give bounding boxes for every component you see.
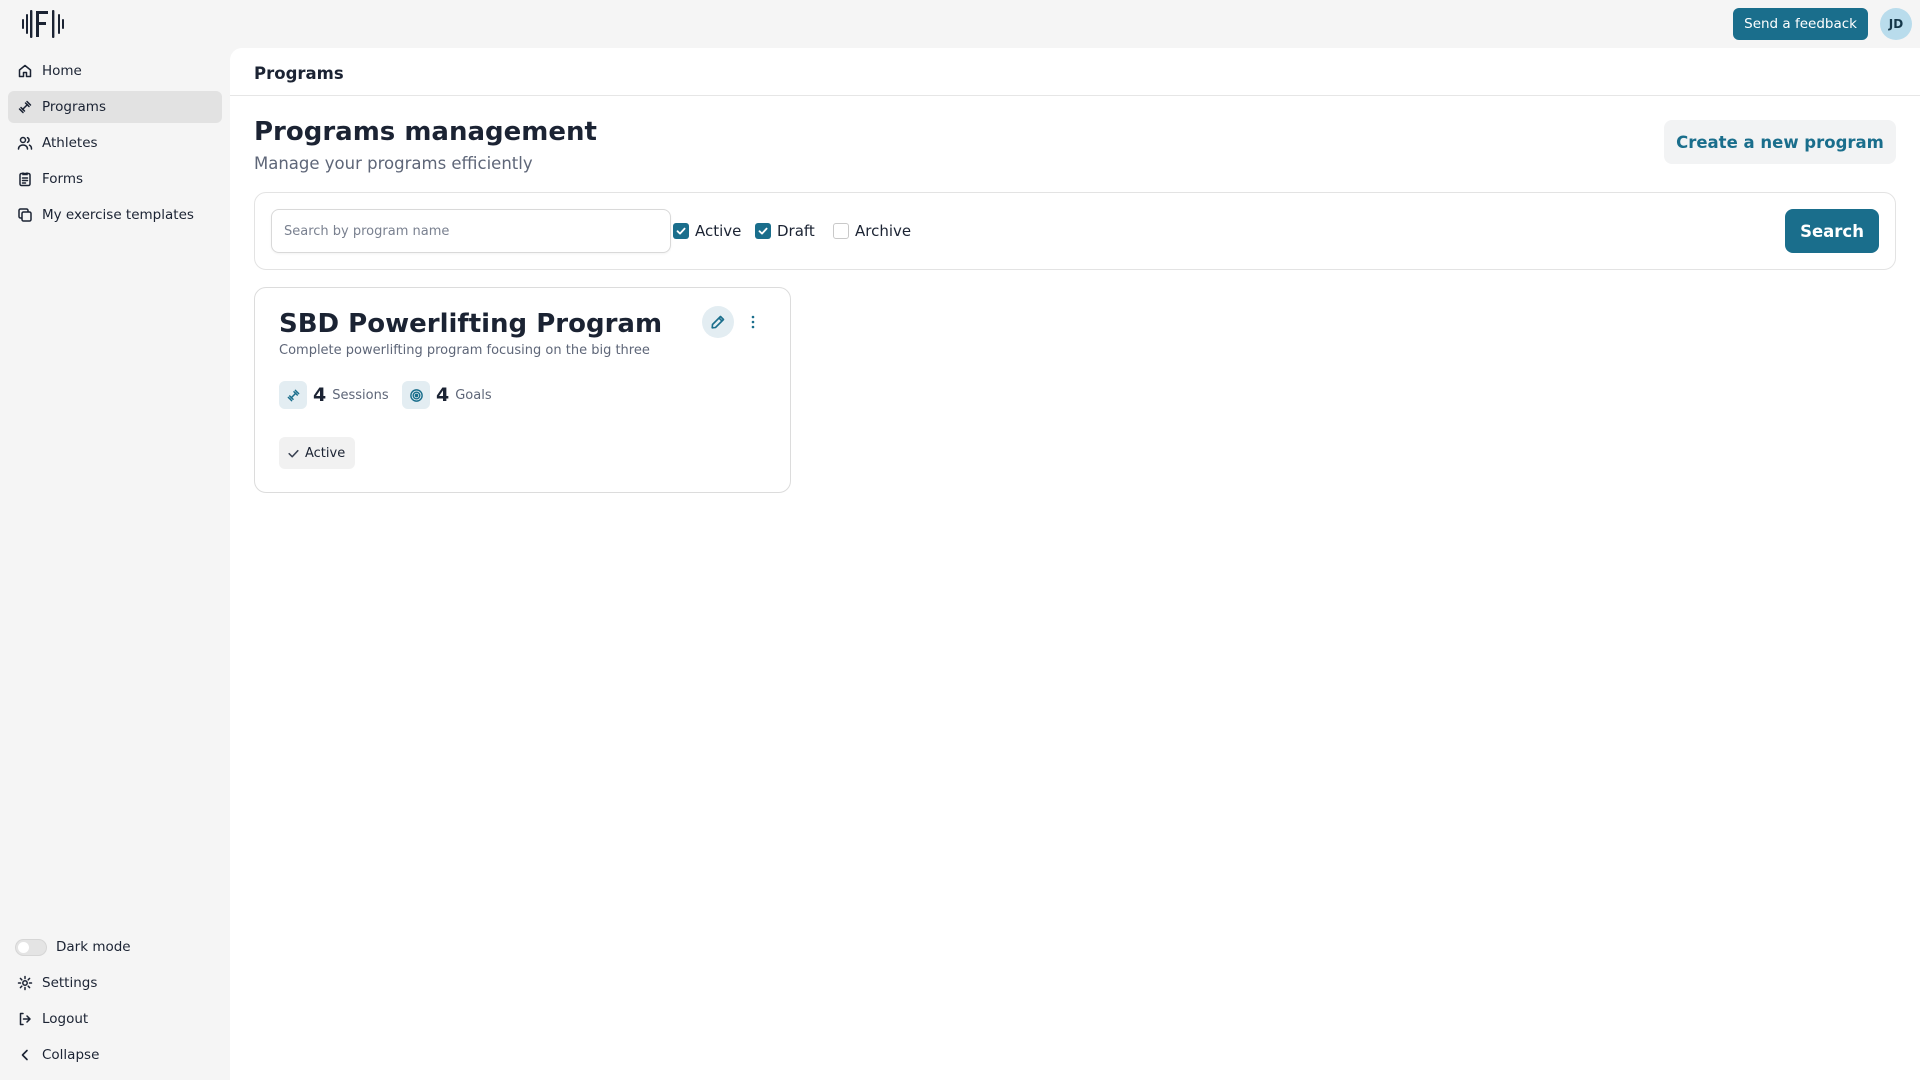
sidebar-item-label: Forms bbox=[42, 171, 84, 187]
page-subtitle: Manage your programs efficiently bbox=[254, 154, 533, 173]
filter-bar: Active Draft Archive Search bbox=[254, 192, 1896, 270]
filter-active-checkbox[interactable]: Active bbox=[673, 222, 741, 240]
goals-stat: 4 Goals bbox=[402, 381, 492, 409]
dark-mode-toggle[interactable] bbox=[15, 938, 47, 956]
dark-mode-label: Dark mode bbox=[56, 939, 131, 955]
dark-mode-toggle-row[interactable]: Dark mode bbox=[8, 931, 222, 963]
sidebar-item-athletes[interactable]: Athletes bbox=[8, 127, 222, 159]
sidebar-item-label: Settings bbox=[42, 975, 98, 991]
send-feedback-button[interactable]: Send a feedback bbox=[1733, 8, 1868, 40]
more-vertical-icon bbox=[751, 315, 755, 329]
program-description: Complete powerlifting program focusing o… bbox=[279, 343, 650, 358]
create-program-button[interactable]: Create a new program bbox=[1664, 120, 1896, 164]
sidebar-item-settings[interactable]: Settings bbox=[8, 967, 222, 999]
page-title: Programs management bbox=[254, 117, 597, 147]
dumbbell-icon bbox=[279, 381, 307, 409]
top-bar: Send a feedback JD bbox=[0, 0, 1920, 48]
sessions-count: 4 bbox=[313, 384, 327, 406]
goals-count: 4 bbox=[436, 384, 450, 406]
sidebar-item-programs[interactable]: Programs bbox=[8, 91, 222, 123]
status-badge: Active bbox=[279, 437, 356, 469]
filter-label: Active bbox=[695, 222, 742, 240]
more-options-button[interactable] bbox=[743, 306, 763, 338]
home-icon bbox=[18, 64, 32, 78]
search-input[interactable] bbox=[271, 209, 671, 253]
program-card[interactable]: SBD Powerlifting Program Complete powerl… bbox=[254, 287, 791, 493]
filter-label: Draft bbox=[777, 222, 815, 240]
sessions-label: Sessions bbox=[332, 387, 389, 403]
logout-icon bbox=[19, 1012, 31, 1026]
check-icon bbox=[288, 449, 299, 458]
edit-program-button[interactable] bbox=[702, 306, 734, 338]
sidebar-item-label: Collapse bbox=[42, 1047, 100, 1063]
filter-label: Archive bbox=[855, 222, 912, 240]
sidebar-item-forms[interactable]: Forms bbox=[8, 163, 222, 195]
breadcrumb-title: Programs bbox=[254, 64, 344, 83]
clipboard-icon bbox=[19, 172, 31, 187]
sidebar-item-exercise-templates[interactable]: My exercise templates bbox=[8, 199, 222, 231]
goals-label: Goals bbox=[455, 387, 492, 403]
toggle-knob bbox=[18, 941, 29, 953]
pencil-icon bbox=[711, 315, 725, 329]
sessions-stat: 4 Sessions bbox=[279, 381, 389, 409]
checkbox-checked[interactable] bbox=[755, 223, 771, 239]
search-button[interactable]: Search bbox=[1785, 209, 1879, 253]
sidebar-item-label: Programs bbox=[42, 99, 106, 115]
target-icon bbox=[402, 381, 430, 409]
sidebar-item-home[interactable]: Home bbox=[8, 55, 222, 87]
header-divider bbox=[230, 95, 1920, 96]
dumbbell-icon bbox=[18, 100, 32, 114]
sidebar-collapse-button[interactable]: Collapse bbox=[8, 1039, 222, 1071]
sidebar-item-label: Logout bbox=[42, 1011, 89, 1027]
sidebar-item-label: Athletes bbox=[42, 135, 98, 151]
users-icon bbox=[17, 136, 33, 150]
user-avatar[interactable]: JD bbox=[1880, 8, 1912, 40]
chevron-left-icon bbox=[21, 1049, 28, 1061]
sidebar-item-label: Home bbox=[42, 63, 82, 79]
program-title[interactable]: SBD Powerlifting Program bbox=[279, 309, 662, 339]
copy-icon bbox=[18, 208, 32, 222]
filter-draft-checkbox[interactable]: Draft bbox=[755, 222, 815, 240]
filter-archive-checkbox[interactable]: Archive bbox=[833, 222, 911, 240]
sidebar-item-label: My exercise templates bbox=[42, 207, 194, 223]
app-logo[interactable] bbox=[22, 7, 86, 41]
sidebar-item-logout[interactable]: Logout bbox=[8, 1003, 222, 1035]
sidebar: Home Programs Athletes Forms My exercise… bbox=[0, 48, 230, 1080]
gear-icon bbox=[17, 975, 33, 991]
checkbox-checked[interactable] bbox=[673, 223, 689, 239]
status-label: Active bbox=[305, 445, 346, 461]
main-panel: Programs Programs management Manage your… bbox=[230, 48, 1920, 1080]
checkbox-unchecked[interactable] bbox=[833, 223, 849, 239]
